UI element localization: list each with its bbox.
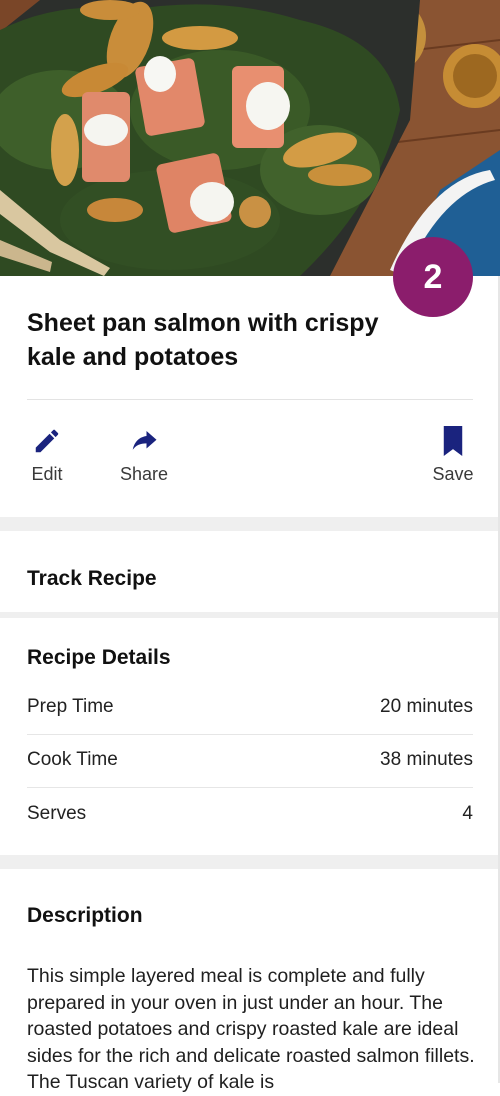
share-label: Share	[119, 464, 169, 484]
detail-value: 4	[462, 803, 473, 824]
detail-value: 20 minutes	[380, 696, 473, 717]
detail-row-serves: Serves 4	[27, 789, 473, 842]
edit-button[interactable]: Edit	[27, 426, 67, 485]
share-button[interactable]: Share	[117, 426, 171, 485]
detail-label: Prep Time	[27, 696, 114, 717]
detail-value: 38 minutes	[380, 749, 473, 770]
bookmark-icon	[443, 426, 463, 456]
section-separator	[0, 612, 498, 618]
description-text: This simple layered meal is complete and…	[27, 965, 475, 1093]
recipe-page: 2 Sheet pan salmon with crispy kale and …	[0, 0, 500, 1093]
share-arrow-icon	[132, 431, 157, 450]
food-illustration	[0, 0, 500, 276]
section-separator	[0, 855, 498, 869]
track-recipe-button[interactable]: Track Recipe	[27, 567, 157, 591]
recipe-hero-image	[0, 0, 500, 276]
title-divider	[27, 399, 473, 400]
save-label: Save	[432, 464, 474, 484]
row-divider	[27, 787, 473, 788]
detail-label: Cook Time	[27, 749, 118, 770]
section-separator	[0, 517, 498, 531]
detail-label: Serves	[27, 803, 87, 824]
edit-label: Edit	[31, 464, 63, 484]
save-button[interactable]: Save	[430, 426, 476, 485]
recipe-details-heading: Recipe Details	[27, 646, 171, 669]
description-heading: Description	[27, 904, 143, 927]
recipe-title: Sheet pan salmon with crispy kale and po…	[27, 309, 379, 371]
detail-row-prep-time: Prep Time 20 minutes	[27, 682, 473, 735]
points-badge: 2	[393, 237, 473, 317]
pencil-icon	[35, 429, 59, 453]
detail-row-cook-time: Cook Time 38 minutes	[27, 735, 473, 788]
